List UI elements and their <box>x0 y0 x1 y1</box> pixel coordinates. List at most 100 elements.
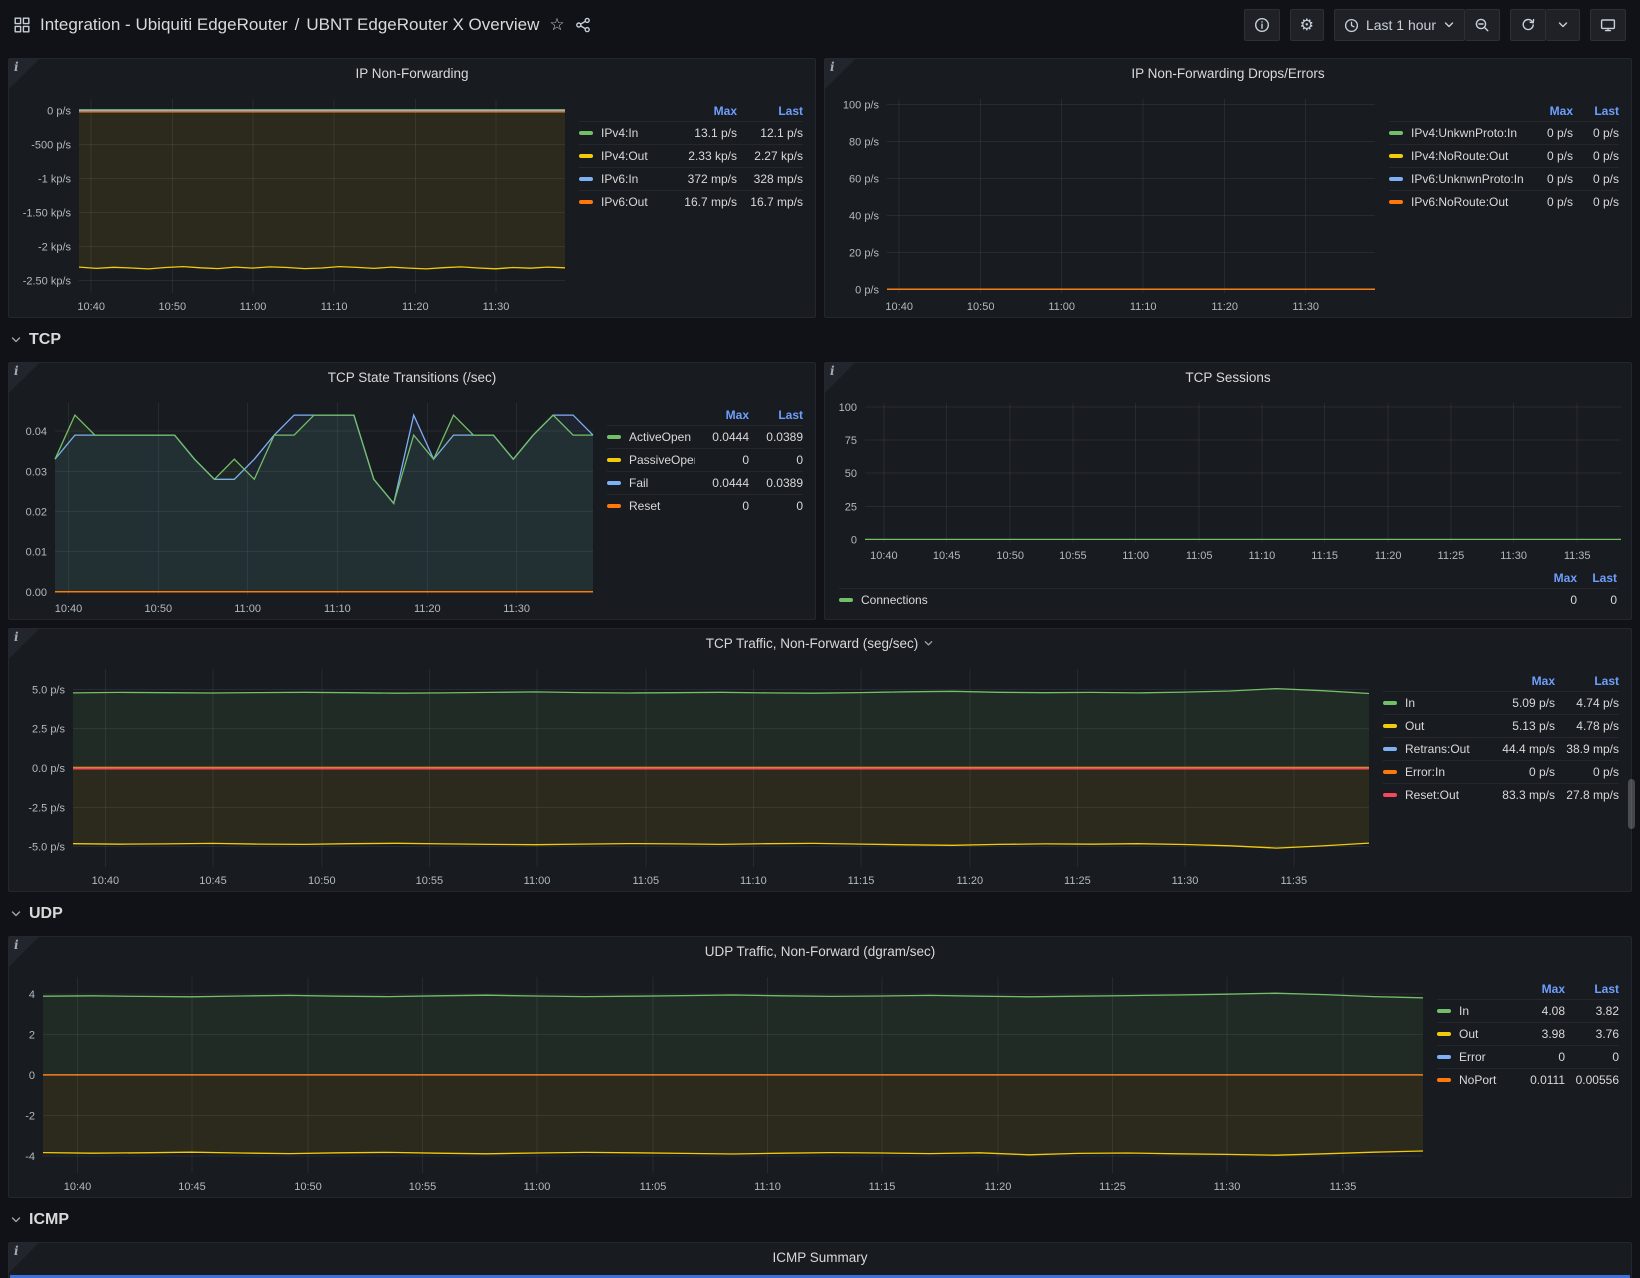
panel-header[interactable]: TCP Traffic, Non-Forward (seg/sec) <box>9 629 1631 657</box>
legend-row[interactable]: Connections00 <box>839 588 1617 611</box>
legend-series-name[interactable]: IPv6:Out <box>601 195 671 209</box>
legend-series-name[interactable]: Out <box>1405 719 1491 733</box>
legend-series-name[interactable]: IPv4:UnkwnProto:In <box>1411 126 1527 140</box>
timeseries-chart[interactable]: 100 p/s80 p/s60 p/s40 p/s20 p/s0 p/s10:4… <box>825 87 1385 317</box>
panel-header[interactable]: IP Non-Forwarding <box>9 59 815 87</box>
legend-series-name[interactable]: Out <box>1459 1027 1511 1041</box>
legend-row[interactable]: Retrans:Out44.4 mp/s38.9 mp/s <box>1383 737 1619 760</box>
panel-info-icon[interactable]: i <box>9 1243 39 1273</box>
refresh-button[interactable] <box>1510 9 1546 41</box>
panel-info-icon[interactable]: i <box>825 363 855 393</box>
legend-series-name[interactable]: In <box>1459 1004 1511 1018</box>
panel-info-icon[interactable]: i <box>9 629 39 659</box>
time-range-picker[interactable]: Last 1 hour <box>1334 9 1465 41</box>
legend-row[interactable]: NoPort0.01110.00556 <box>1437 1068 1619 1091</box>
kiosk-mode-button[interactable] <box>1590 9 1626 41</box>
section-row-tcp[interactable]: TCP <box>8 326 1632 354</box>
chart-legend: MaxLastActiveOpen0.04440.0389PassiveOpen… <box>603 391 815 619</box>
legend-row[interactable]: IPv4:In13.1 p/s12.1 p/s <box>579 121 803 144</box>
legend-series-name[interactable]: Fail <box>629 476 695 490</box>
timeseries-chart[interactable]: 100755025010:4010:4510:5010:5511:0011:05… <box>825 391 1631 566</box>
dashboard-title[interactable]: UBNT EdgeRouter X Overview <box>306 15 539 35</box>
panel-title[interactable]: ICMP Summary <box>772 1250 867 1265</box>
legend-series-name[interactable]: Connections <box>861 593 1537 607</box>
legend-series-name[interactable]: IPv6:UnknwnProto:In <box>1411 172 1527 186</box>
breadcrumb-folder[interactable]: Integration - Ubiquiti EdgeRouter <box>40 15 288 35</box>
legend-series-name[interactable]: Error:In <box>1405 765 1491 779</box>
svg-text:0 p/s: 0 p/s <box>47 106 71 118</box>
breadcrumb: Integration - Ubiquiti EdgeRouter / UBNT… <box>40 15 539 35</box>
legend-series-name[interactable]: IPv6:In <box>601 172 671 186</box>
dashboard-settings-button[interactable]: ⚙ <box>1290 9 1324 41</box>
zoom-out-time-button[interactable] <box>1465 9 1500 41</box>
panel-header[interactable]: TCP Sessions <box>825 363 1631 391</box>
legend-series-name[interactable]: In <box>1405 696 1491 710</box>
dashboard-info-button[interactable] <box>1244 9 1280 41</box>
panel-title[interactable]: TCP Traffic, Non-Forward (seg/sec) <box>706 636 919 651</box>
legend-row[interactable]: IPv4:UnkwnProto:In0 p/s0 p/s <box>1389 121 1619 144</box>
panel-title[interactable]: TCP State Transitions (/sec) <box>328 370 497 385</box>
legend-row[interactable]: Out3.983.76 <box>1437 1022 1619 1045</box>
star-icon[interactable]: ☆ <box>549 17 564 34</box>
legend-series-name[interactable]: Reset <box>629 499 695 513</box>
panel-title[interactable]: IP Non-Forwarding <box>355 66 468 81</box>
panel-header[interactable]: IP Non-Forwarding Drops/Errors <box>825 59 1631 87</box>
legend-row[interactable]: IPv6:UnknwnProto:In0 p/s0 p/s <box>1389 167 1619 190</box>
panel-header[interactable]: TCP State Transitions (/sec) <box>9 363 815 391</box>
apps-grid-icon[interactable] <box>14 17 30 33</box>
svg-text:10:55: 10:55 <box>409 1181 437 1193</box>
legend-row[interactable]: IPv4:Out2.33 kp/s2.27 kp/s <box>579 144 803 167</box>
legend-row[interactable]: IPv6:Out16.7 mp/s16.7 mp/s <box>579 190 803 213</box>
legend-series-name[interactable]: Error <box>1459 1050 1511 1064</box>
legend-series-name[interactable]: Retrans:Out <box>1405 742 1491 756</box>
legend-row[interactable]: In4.083.82 <box>1437 999 1619 1022</box>
timeseries-chart[interactable]: 0 p/s-500 p/s-1 kp/s-1.50 kp/s-2 kp/s-2.… <box>9 87 575 317</box>
panel-info-icon[interactable]: i <box>9 937 39 967</box>
panel-title[interactable]: UDP Traffic, Non-Forward (dgram/sec) <box>705 944 936 959</box>
share-icon[interactable] <box>575 17 591 33</box>
section-row-udp[interactable]: UDP <box>8 900 1632 928</box>
panel-info-icon[interactable]: i <box>9 363 39 393</box>
section-row-icmp[interactable]: ICMP <box>8 1206 1632 1234</box>
timeseries-chart[interactable]: 5.0 p/s2.5 p/s0.0 p/s-2.5 p/s-5.0 p/s10:… <box>9 657 1379 891</box>
legend-row[interactable]: In5.09 p/s4.74 p/s <box>1383 691 1619 714</box>
legend-series-name[interactable]: IPv4:In <box>601 126 671 140</box>
legend-series-name[interactable]: NoPort <box>1459 1073 1511 1087</box>
legend-row[interactable]: Fail0.04440.0389 <box>607 471 803 494</box>
legend-series-name[interactable]: IPv4:NoRoute:Out <box>1411 149 1527 163</box>
legend-row[interactable]: IPv6:NoRoute:Out0 p/s0 p/s <box>1389 190 1619 213</box>
panel-info-icon[interactable]: i <box>9 59 39 89</box>
refresh-interval-dropdown[interactable] <box>1546 9 1580 41</box>
legend-row[interactable]: Reset:Out83.3 mp/s27.8 mp/s <box>1383 783 1619 806</box>
legend-series-name[interactable]: PassiveOpen <box>629 453 695 467</box>
legend-series-name[interactable]: IPv4:Out <box>601 149 671 163</box>
legend-row[interactable]: Reset00 <box>607 494 803 517</box>
legend-row[interactable]: Error00 <box>1437 1045 1619 1068</box>
legend-row[interactable]: ActiveOpen0.04440.0389 <box>607 425 803 448</box>
legend-header-max: Max <box>1527 104 1573 118</box>
svg-text:2.5 p/s: 2.5 p/s <box>32 724 66 736</box>
legend-row[interactable]: IPv6:In372 mp/s328 mp/s <box>579 167 803 190</box>
legend-series-name[interactable]: ActiveOpen <box>629 430 695 444</box>
panel-header[interactable]: UDP Traffic, Non-Forward (dgram/sec) <box>9 937 1631 965</box>
panel-menu-chevron-icon[interactable] <box>923 638 934 649</box>
legend-row[interactable]: Out5.13 p/s4.78 p/s <box>1383 714 1619 737</box>
panel-header[interactable]: ICMP Summary <box>9 1243 1631 1271</box>
svg-text:11:10: 11:10 <box>1249 550 1276 562</box>
panel-info-icon[interactable]: i <box>825 59 855 89</box>
legend-last-value: 328 mp/s <box>737 172 803 186</box>
legend-row[interactable]: Error:In0 p/s0 p/s <box>1383 760 1619 783</box>
legend-row[interactable]: PassiveOpen00 <box>607 448 803 471</box>
svg-text:10:40: 10:40 <box>55 603 83 615</box>
legend-last-value: 0.00556 <box>1565 1073 1619 1087</box>
legend-series-name[interactable]: Reset:Out <box>1405 788 1491 802</box>
scrollbar-thumb[interactable] <box>1628 779 1635 829</box>
legend-last-value: 38.9 mp/s <box>1555 742 1619 756</box>
legend-row[interactable]: IPv4:NoRoute:Out0 p/s0 p/s <box>1389 144 1619 167</box>
timeseries-chart[interactable]: 420-2-410:4010:4510:5010:5511:0011:0511:… <box>9 965 1433 1197</box>
legend-series-name[interactable]: IPv6:NoRoute:Out <box>1411 195 1527 209</box>
panel-title[interactable]: TCP Sessions <box>1185 370 1270 385</box>
svg-text:11:35: 11:35 <box>1330 1181 1357 1193</box>
panel-title[interactable]: IP Non-Forwarding Drops/Errors <box>1131 66 1324 81</box>
timeseries-chart[interactable]: 0.040.030.020.010.0010:4010:5011:0011:10… <box>9 391 603 619</box>
